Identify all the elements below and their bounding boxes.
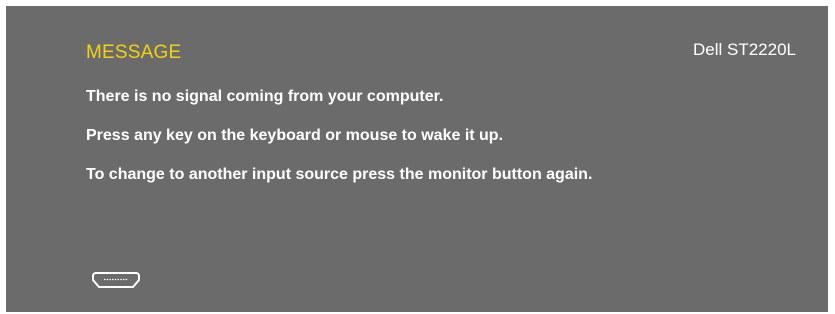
monitor-model-label: Dell ST2220L <box>692 40 796 59</box>
message-line-no-signal: There is no signal coming from your comp… <box>86 88 444 105</box>
message-line-change-input: To change to another input source press … <box>86 166 593 183</box>
message-title: MESSAGE <box>86 42 182 63</box>
message-line-wake-up: Press any key on the keyboard or mouse t… <box>86 127 504 144</box>
osd-message-panel: MESSAGE Dell ST2220L There is no signal … <box>6 6 828 312</box>
hdmi-port-icon <box>90 270 142 290</box>
message-lines: There is no signal coming from your comp… <box>86 87 592 204</box>
